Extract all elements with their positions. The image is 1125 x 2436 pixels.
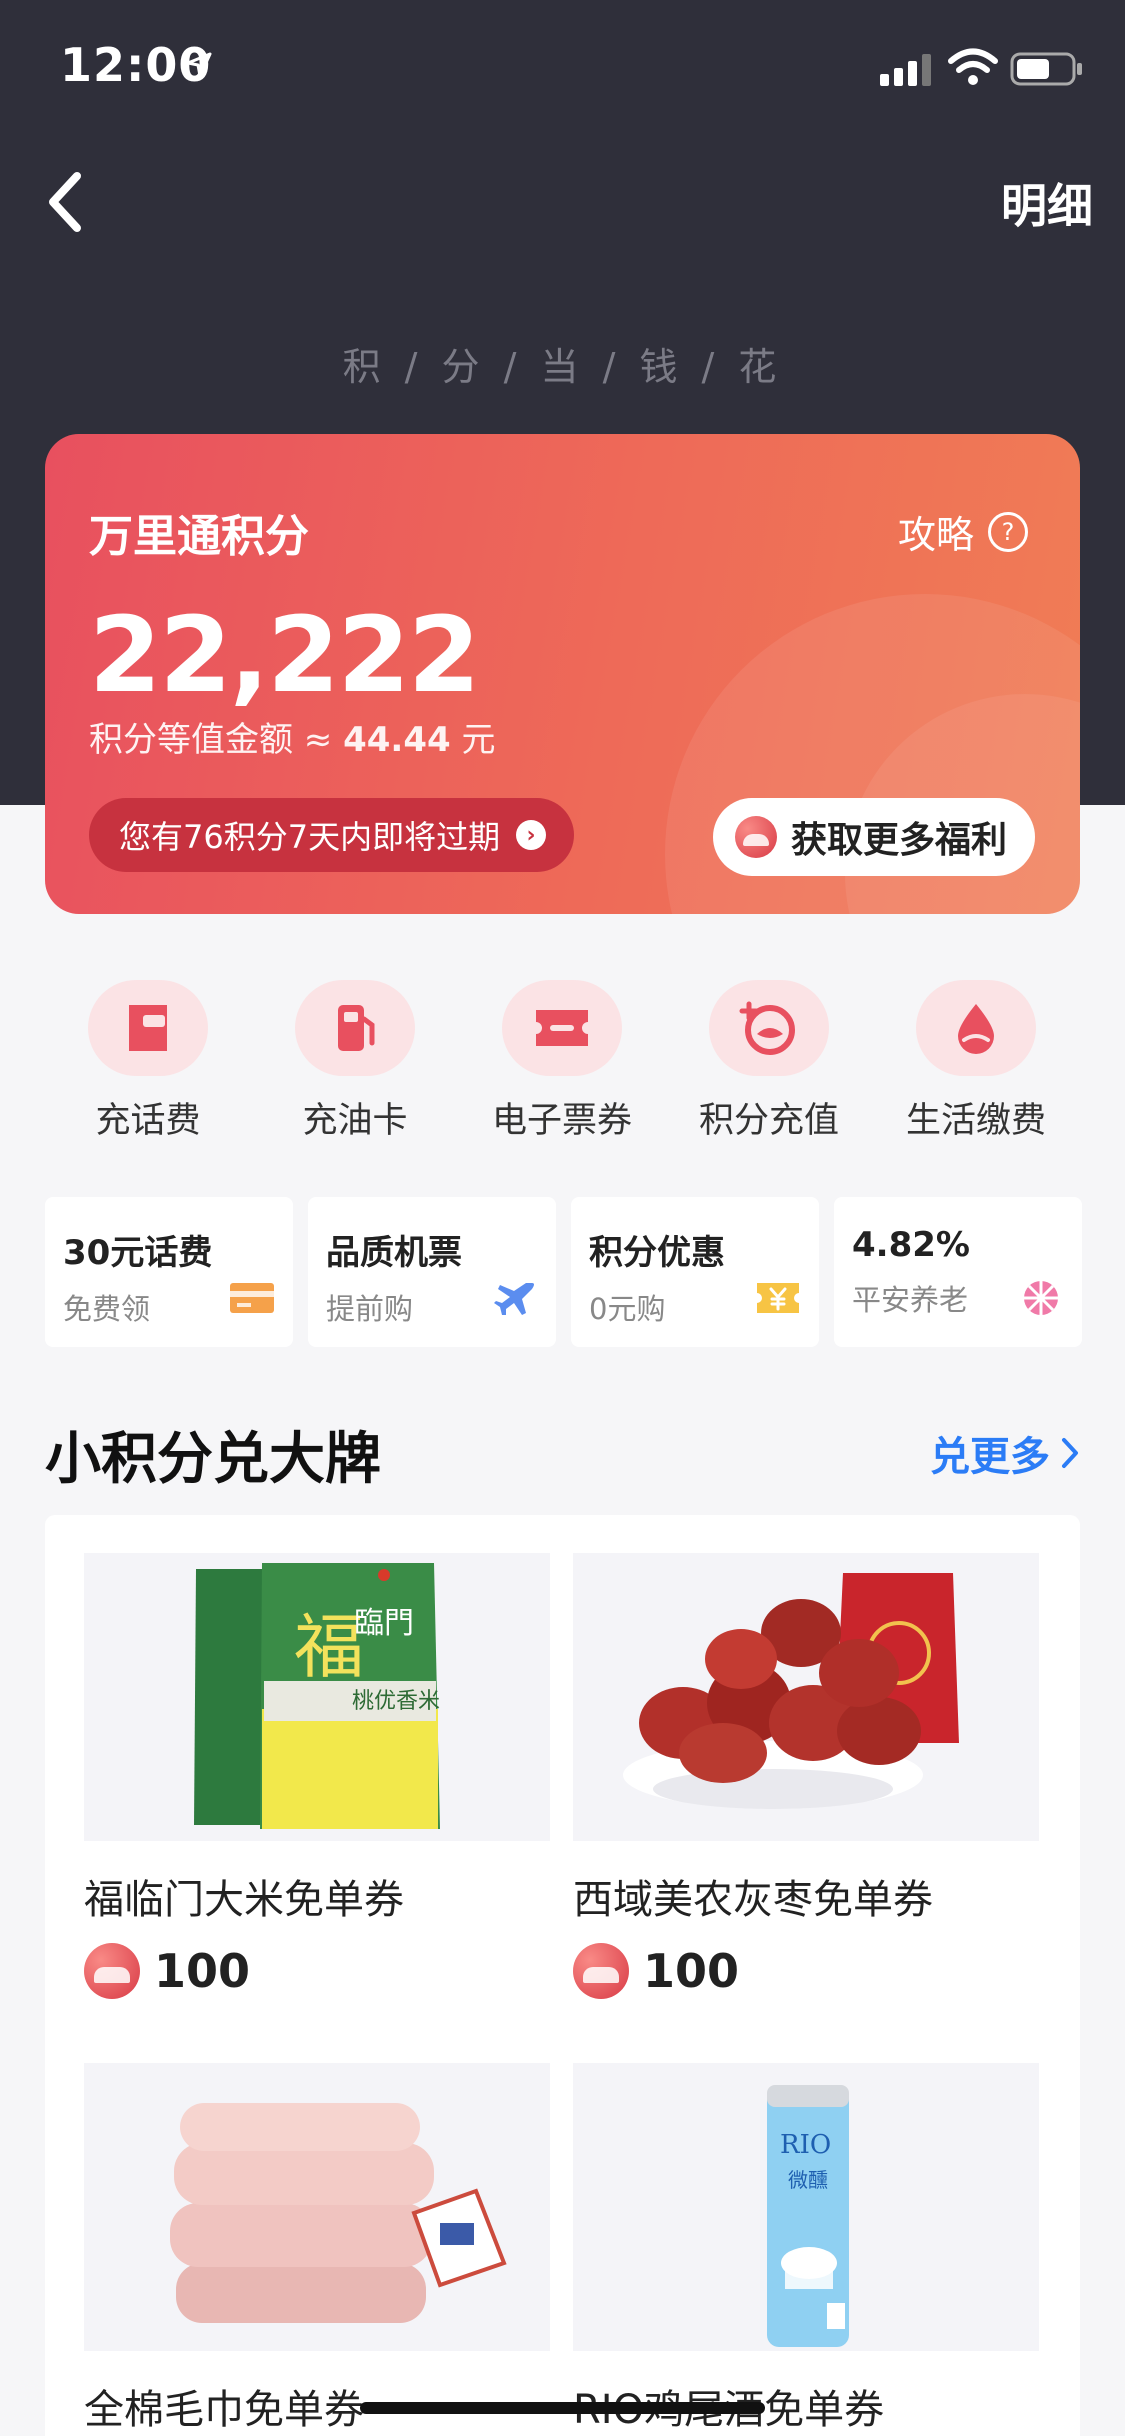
points-recharge-icon [709, 980, 829, 1076]
service-grid: 充话费 充油卡 电子票券 积分充值 生活缴费 [0, 980, 1125, 1143]
more-benefits-label: 获取更多福利 [791, 820, 1008, 861]
redeem-more-label: 兑更多 [930, 1434, 1050, 1480]
slogan: 积 / 分 / 当 / 钱 / 花 [342, 345, 783, 389]
product-card[interactable]: 西域美农灰枣免单券 100 [573, 1553, 1039, 1999]
service-label: 积分充值 [698, 1101, 839, 1141]
pinwheel-icon [1024, 1281, 1058, 1315]
product-grid: 福 臨門 桃优香米 福临门大米免单券 100 西域美农灰枣免单券 100 全棉毛… [45, 1515, 1080, 2436]
svg-text:RIO: RIO [780, 2130, 831, 2160]
guide-link[interactable]: 攻略 ? [898, 504, 1028, 559]
phone-recharge-icon [88, 980, 208, 1076]
service-e-ticket[interactable]: 电子票券 [462, 980, 662, 1143]
airplane-icon [494, 1283, 534, 1315]
equiv-unit: 元 [450, 720, 496, 760]
towels-image [84, 2063, 550, 2351]
rice-bag-image: 福 臨門 桃优香米 [84, 1553, 550, 1841]
card-icon [230, 1283, 274, 1313]
fuel-pump-icon [295, 980, 415, 1076]
points-equivalent-value: 积分等值金额 ≈ 44.44 元 [89, 712, 495, 761]
points-coin-icon [84, 1943, 140, 1999]
points-coin-icon [735, 816, 777, 858]
more-benefits-button[interactable]: 获取更多福利 [713, 798, 1035, 876]
promo-title: 30元话费 [63, 1233, 213, 1273]
redeem-more-link[interactable]: 兑更多 [930, 1424, 1080, 1482]
wifi-icon [948, 48, 998, 85]
chevron-right-icon [1062, 1438, 1078, 1468]
top-nav: 明细 [0, 160, 1125, 240]
promo-title: 4.82% [852, 1225, 970, 1265]
points-balance: 22,222 [89, 594, 480, 716]
points-coin-icon [573, 1943, 629, 1999]
guide-label: 攻略 [897, 513, 974, 557]
service-phone-recharge[interactable]: 充话费 [48, 980, 248, 1143]
promo-title: 积分优惠 [589, 1233, 725, 1273]
chevron-right-icon: › [516, 820, 547, 850]
service-points-recharge[interactable]: 积分充值 [669, 980, 869, 1143]
service-label: 充话费 [95, 1101, 201, 1141]
promo-phone-credit[interactable]: 30元话费 免费领 [45, 1197, 293, 1347]
status-bar: 12:00 [0, 0, 1125, 130]
equiv-amount: 44.44 [343, 720, 451, 760]
yuan-ticket-icon [757, 1283, 799, 1313]
product-name: 福临门大米免单券 [84, 1877, 404, 1923]
equiv-prefix: 积分等值金额 ≈ [89, 720, 344, 760]
red-dates-image [573, 1553, 1039, 1841]
price-value: 100 [643, 1944, 740, 1998]
product-price: 100 [573, 1943, 1039, 1999]
back-arrow-icon[interactable] [45, 170, 85, 234]
location-arrow-icon [186, 52, 212, 78]
promo-title: 品质机票 [326, 1233, 462, 1273]
service-utility-bills[interactable]: 生活缴费 [876, 980, 1076, 1143]
product-price: 100 [84, 1943, 550, 1999]
product-card[interactable]: 全棉毛巾免单券 [84, 2063, 550, 2435]
service-fuel-card[interactable]: 充油卡 [255, 980, 455, 1143]
price-value: 100 [154, 1944, 251, 1998]
svg-text:臨門: 臨門 [354, 1606, 414, 1641]
svg-text:桃优香米: 桃优香米 [352, 1689, 440, 1714]
expire-notice-text: 您有76积分7天内即将过期 [119, 818, 501, 856]
service-label: 电子票券 [491, 1101, 632, 1141]
service-label: 充油卡 [302, 1101, 408, 1141]
product-card[interactable]: RIO 微醺 RIO鸡尾酒免单券 [573, 2063, 1039, 2435]
promo-pension[interactable]: 4.82% 平安养老 [834, 1197, 1082, 1347]
question-mark-icon: ? [988, 511, 1028, 552]
product-card[interactable]: 福 臨門 桃优香米 福临门大米免单券 100 [84, 1553, 550, 1999]
home-indicator [360, 2402, 765, 2414]
promo-points-deals[interactable]: 积分优惠 0元购 [571, 1197, 819, 1347]
water-drop-icon [916, 980, 1036, 1076]
detail-link[interactable]: 明细 [1001, 170, 1093, 236]
ticket-icon [502, 980, 622, 1076]
promo-flight-tickets[interactable]: 品质机票 提前购 [308, 1197, 556, 1347]
points-card-title: 万里通积分 [89, 511, 309, 562]
product-name: 西域美农灰枣免单券 [573, 1877, 933, 1923]
svg-text:微醺: 微醺 [788, 2168, 828, 2192]
rio-can-image: RIO 微醺 [573, 2063, 1039, 2351]
battery-icon [1010, 52, 1082, 86]
cellular-signal-icon [880, 54, 931, 86]
section-title: 小积分兑大牌 [45, 1427, 381, 1492]
points-card: 万里通积分 攻略 ? 22,222 积分等值金额 ≈ 44.44 元 您有76积… [45, 434, 1080, 914]
expire-notice-button[interactable]: 您有76积分7天内即将过期 › [89, 798, 575, 872]
service-label: 生活缴费 [905, 1101, 1046, 1141]
promo-strip: 30元话费 免费领 品质机票 提前购 积分优惠 0元购 4.82% 平安养老 [45, 1197, 1082, 1347]
